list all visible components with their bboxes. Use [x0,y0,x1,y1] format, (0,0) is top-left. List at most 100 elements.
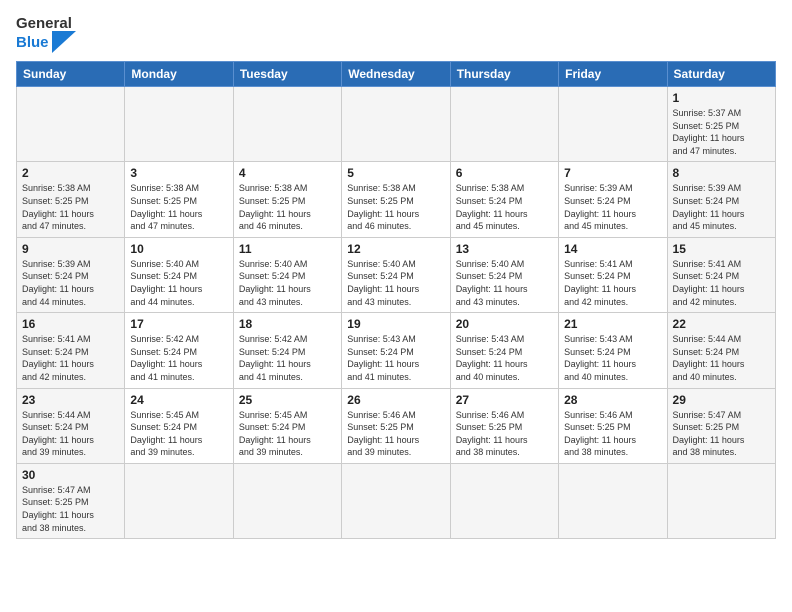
day-number: 8 [673,166,770,180]
day-info: Sunrise: 5:41 AM Sunset: 5:24 PM Dayligh… [673,258,770,308]
day-number: 13 [456,242,553,256]
calendar-cell: 19 Sunrise: 5:43 AM Sunset: 5:24 PM Dayli… [342,313,450,388]
calendar-cell [342,463,450,538]
calendar-cell [342,87,450,162]
weekday-header-tuesday: Tuesday [233,62,341,87]
calendar-cell: 8Sunrise: 5:39 AM Sunset: 5:24 PM Daylig… [667,162,775,237]
weekday-header-friday: Friday [559,62,667,87]
day-info: Sunrise: 5:42 AM Sunset: 5:24 PM Dayligh… [130,333,227,383]
calendar-cell: 12Sunrise: 5:40 AM Sunset: 5:24 PM Dayli… [342,237,450,312]
calendar-row: 9 Sunrise: 5:39 AM Sunset: 5:24 PM Daylig… [17,237,776,312]
calendar-cell: 18 Sunrise: 5:42 AM Sunset: 5:24 PM Dayli… [233,313,341,388]
logo: General Blue [16,16,80,53]
day-number: 3 [130,166,227,180]
day-info: Sunrise: 5:41 AM Sunset: 5:24 PM Dayligh… [564,258,661,308]
day-number: 7 [564,166,661,180]
day-info: Sunrise: 5:39 AM Sunset: 5:24 PM Dayligh… [22,258,119,308]
day-number: 5 [347,166,444,180]
day-info: Sunrise: 5:38 AM Sunset: 5:24 PM Dayligh… [456,182,553,232]
day-info: Sunrise: 5:43 AM Sunset: 5:24 PM Dayligh… [347,333,444,383]
calendar: SundayMondayTuesdayWednesdayThursdayFrid… [16,61,776,539]
day-info: Sunrise: 5:47 AM Sunset: 5:25 PM Dayligh… [22,484,119,534]
day-number: 6 [456,166,553,180]
calendar-cell [450,87,558,162]
day-info: Sunrise: 5:43 AM Sunset: 5:24 PM Dayligh… [456,333,553,383]
weekday-header-sunday: Sunday [17,62,125,87]
calendar-cell: 23 Sunrise: 5:44 AM Sunset: 5:24 PM Dayli… [17,388,125,463]
day-number: 24 [130,393,227,407]
calendar-cell: 28 Sunrise: 5:46 AM Sunset: 5:25 PM Dayli… [559,388,667,463]
calendar-cell [450,463,558,538]
calendar-cell: 24 Sunrise: 5:45 AM Sunset: 5:24 PM Dayli… [125,388,233,463]
calendar-cell: 15 Sunrise: 5:41 AM Sunset: 5:24 PM Dayli… [667,237,775,312]
calendar-cell: 1Sunrise: 5:37 AM Sunset: 5:25 PM Daylig… [667,87,775,162]
day-number: 4 [239,166,336,180]
calendar-row: 16Sunrise: 5:41 AM Sunset: 5:24 PM Dayli… [17,313,776,388]
calendar-cell [17,87,125,162]
day-number: 15 [673,242,770,256]
day-number: 21 [564,317,661,331]
day-number: 19 [347,317,444,331]
day-number: 9 [22,242,119,256]
day-number: 2 [22,166,119,180]
calendar-cell: 7Sunrise: 5:39 AM Sunset: 5:24 PM Daylig… [559,162,667,237]
day-number: 23 [22,393,119,407]
day-number: 29 [673,393,770,407]
calendar-cell: 22 Sunrise: 5:44 AM Sunset: 5:24 PM Dayli… [667,313,775,388]
calendar-cell [233,87,341,162]
weekday-header-saturday: Saturday [667,62,775,87]
calendar-cell: 5 Sunrise: 5:38 AM Sunset: 5:25 PM Daylig… [342,162,450,237]
calendar-cell: 3Sunrise: 5:38 AM Sunset: 5:25 PM Daylig… [125,162,233,237]
calendar-cell: 17 Sunrise: 5:42 AM Sunset: 5:24 PM Dayli… [125,313,233,388]
header: General Blue [16,16,776,53]
calendar-cell: 16Sunrise: 5:41 AM Sunset: 5:24 PM Dayli… [17,313,125,388]
calendar-cell: 9 Sunrise: 5:39 AM Sunset: 5:24 PM Daylig… [17,237,125,312]
day-info: Sunrise: 5:47 AM Sunset: 5:25 PM Dayligh… [673,409,770,459]
calendar-row: 30 Sunrise: 5:47 AM Sunset: 5:25 PM Dayli… [17,463,776,538]
day-info: Sunrise: 5:38 AM Sunset: 5:25 PM Dayligh… [347,182,444,232]
calendar-header-row: SundayMondayTuesdayWednesdayThursdayFrid… [17,62,776,87]
calendar-cell: 21 Sunrise: 5:43 AM Sunset: 5:24 PM Dayli… [559,313,667,388]
day-number: 18 [239,317,336,331]
day-number: 27 [456,393,553,407]
day-info: Sunrise: 5:42 AM Sunset: 5:24 PM Dayligh… [239,333,336,383]
calendar-cell: 20 Sunrise: 5:43 AM Sunset: 5:24 PM Dayli… [450,313,558,388]
weekday-header-thursday: Thursday [450,62,558,87]
day-info: Sunrise: 5:45 AM Sunset: 5:24 PM Dayligh… [130,409,227,459]
day-info: Sunrise: 5:44 AM Sunset: 5:24 PM Dayligh… [22,409,119,459]
calendar-cell [559,87,667,162]
day-info: Sunrise: 5:46 AM Sunset: 5:25 PM Dayligh… [456,409,553,459]
day-number: 12 [347,242,444,256]
day-number: 30 [22,468,119,482]
day-number: 25 [239,393,336,407]
day-info: Sunrise: 5:44 AM Sunset: 5:24 PM Dayligh… [673,333,770,383]
calendar-cell: 27 Sunrise: 5:46 AM Sunset: 5:25 PM Dayli… [450,388,558,463]
calendar-cell [125,463,233,538]
calendar-cell: 4Sunrise: 5:38 AM Sunset: 5:25 PM Daylig… [233,162,341,237]
day-info: Sunrise: 5:38 AM Sunset: 5:25 PM Dayligh… [22,182,119,232]
logo-blue-text: Blue [16,35,49,50]
logo-icon [52,31,80,53]
day-number: 17 [130,317,227,331]
day-number: 1 [673,91,770,105]
calendar-cell [559,463,667,538]
weekday-header-wednesday: Wednesday [342,62,450,87]
day-number: 20 [456,317,553,331]
calendar-cell: 2 Sunrise: 5:38 AM Sunset: 5:25 PM Daylig… [17,162,125,237]
day-info: Sunrise: 5:43 AM Sunset: 5:24 PM Dayligh… [564,333,661,383]
calendar-cell [233,463,341,538]
calendar-body: 1Sunrise: 5:37 AM Sunset: 5:25 PM Daylig… [17,87,776,539]
day-number: 28 [564,393,661,407]
day-number: 22 [673,317,770,331]
day-number: 26 [347,393,444,407]
day-info: Sunrise: 5:45 AM Sunset: 5:24 PM Dayligh… [239,409,336,459]
day-number: 11 [239,242,336,256]
calendar-cell: 26Sunrise: 5:46 AM Sunset: 5:25 PM Dayli… [342,388,450,463]
day-info: Sunrise: 5:46 AM Sunset: 5:25 PM Dayligh… [564,409,661,459]
calendar-cell: 10Sunrise: 5:40 AM Sunset: 5:24 PM Dayli… [125,237,233,312]
calendar-cell: 13Sunrise: 5:40 AM Sunset: 5:24 PM Dayli… [450,237,558,312]
day-number: 14 [564,242,661,256]
calendar-cell: 14 Sunrise: 5:41 AM Sunset: 5:24 PM Dayli… [559,237,667,312]
calendar-cell [125,87,233,162]
day-info: Sunrise: 5:41 AM Sunset: 5:24 PM Dayligh… [22,333,119,383]
